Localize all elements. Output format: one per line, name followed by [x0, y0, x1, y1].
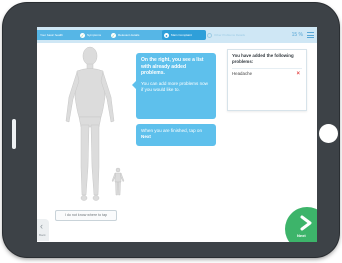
step-symptoms[interactable]: ✓ Symptoms — [78, 30, 110, 40]
step-main-complaint[interactable]: ● Main Complaint — [162, 30, 206, 40]
finish-hint-next: Next — [141, 134, 151, 139]
step-basic-health[interactable]: Your basic health — [37, 30, 80, 40]
check-icon: ✓ — [111, 32, 116, 38]
finish-hint-text: When you are finished, tap on — [141, 128, 203, 133]
bubble-text: You can add more problems now if you wou… — [141, 80, 208, 92]
app-screen: Your basic health ✓ Symptoms ✓ Relevant de… — [37, 27, 317, 242]
step-other-problems-label: Other Problems Details — [214, 33, 246, 37]
tablet-frame: Your basic health ✓ Symptoms ✓ Relevant de… — [3, 3, 339, 257]
step-other-problems[interactable]: Other Problems Details — [207, 30, 267, 40]
remove-problem-icon[interactable]: × — [296, 69, 300, 79]
back-button[interactable]: ‹ Back — [37, 219, 49, 241]
chevron-left-icon: ‹ — [40, 221, 43, 231]
next-label: Next — [297, 233, 306, 238]
next-button[interactable]: Next — [285, 207, 317, 242]
problem-name: Headache — [232, 71, 253, 76]
step-symptoms-label: Symptoms — [87, 33, 102, 37]
pending-step-icon — [207, 32, 212, 38]
bubble-title: On the right, you see a list with alread… — [141, 57, 204, 76]
finish-hint-bubble: When you are finished, tap on Next — [136, 124, 216, 146]
back-label: Back — [39, 233, 46, 237]
body-figure-back[interactable] — [111, 167, 125, 197]
problem-item: Headache × — [232, 68, 302, 79]
step-relevant-details[interactable]: ✓ Relevant details — [109, 30, 163, 40]
step-basic-health-label: Your basic health — [40, 33, 63, 37]
check-icon: ✓ — [80, 32, 85, 38]
menu-icon[interactable] — [307, 32, 314, 38]
info-bubble: On the right, you see a list with alread… — [132, 53, 216, 119]
dont-know-button[interactable]: I do not know where to tap — [55, 210, 117, 221]
tablet-side-button — [12, 119, 16, 149]
home-button[interactable] — [319, 124, 338, 143]
progress-bar: Your basic health ✓ Symptoms ✓ Relevant de… — [37, 27, 317, 43]
chevron-right-icon — [300, 215, 312, 231]
current-step-icon: ● — [164, 32, 169, 38]
progress-percent: 15 % — [291, 32, 303, 38]
panel-title: You have added the following problems: — [232, 53, 294, 64]
step-relevant-details-label: Relevant details — [118, 33, 140, 37]
step-main-complaint-label: Main Complaint — [171, 33, 192, 37]
added-problems-panel: You have added the following problems: H… — [227, 49, 307, 111]
